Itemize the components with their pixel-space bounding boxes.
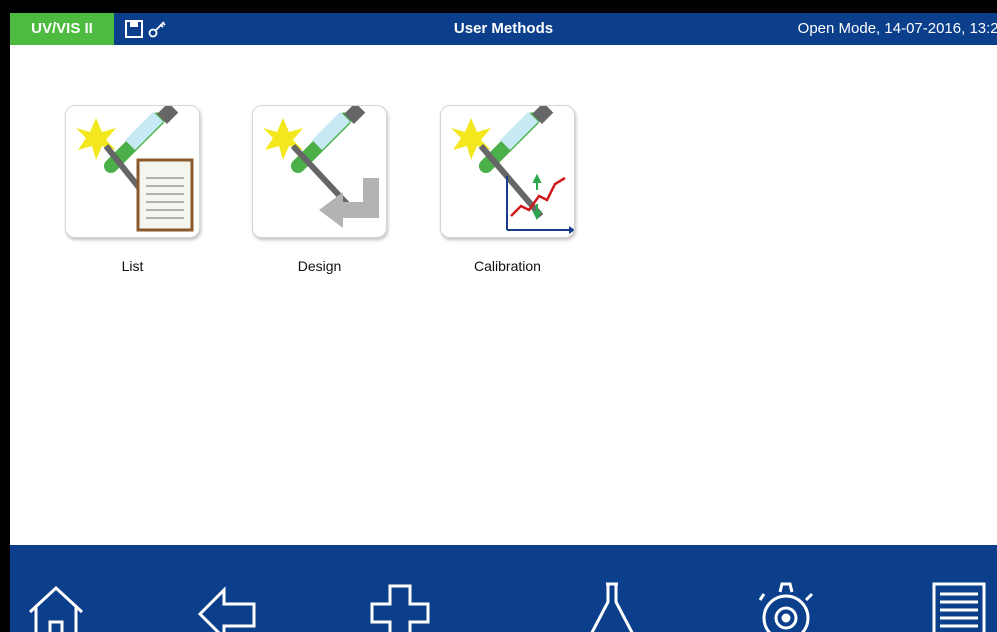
tile-label: Design <box>297 258 342 274</box>
flask-icon[interactable] <box>578 580 648 632</box>
save-icon[interactable] <box>124 19 144 39</box>
home-icon[interactable] <box>24 580 94 632</box>
method-list-icon[interactable] <box>65 105 200 238</box>
menu-icon[interactable] <box>924 580 994 632</box>
key-icon[interactable] <box>148 19 168 39</box>
tile-label: Calibration <box>474 258 541 274</box>
app-screen: UV/VIS II User Methods Open Mode, 14-07-… <box>10 13 997 632</box>
settings-icon[interactable] <box>750 580 820 632</box>
status-text: Open Mode, 14-07-2016, 13:21 <box>797 20 997 37</box>
tile-design[interactable]: Design <box>252 105 387 274</box>
status-icons <box>124 19 168 39</box>
tile-list[interactable]: List <box>65 105 200 274</box>
bottom-nav <box>10 545 997 632</box>
back-icon[interactable] <box>196 580 266 632</box>
method-design-icon[interactable] <box>252 105 387 238</box>
tile-label: List <box>121 258 144 274</box>
device-badge[interactable]: UV/VIS II <box>10 13 114 45</box>
method-calibration-icon[interactable] <box>440 105 575 238</box>
tile-calibration[interactable]: Calibration <box>440 105 575 274</box>
add-icon[interactable] <box>366 580 436 632</box>
top-bar: UV/VIS II User Methods Open Mode, 14-07-… <box>10 13 997 45</box>
